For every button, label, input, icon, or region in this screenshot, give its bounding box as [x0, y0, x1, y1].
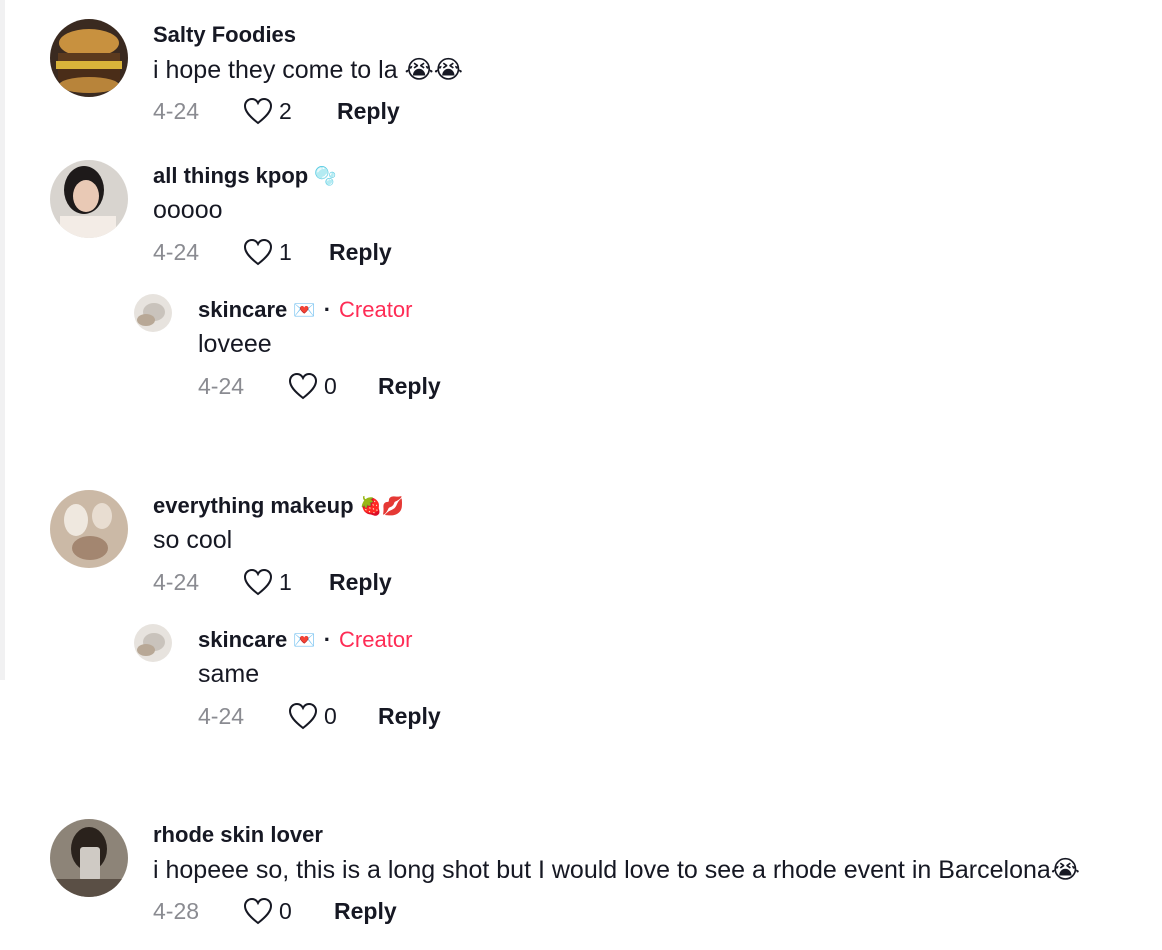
- username-badge: 💌: [293, 629, 316, 651]
- avatar[interactable]: [50, 160, 128, 238]
- comment-username[interactable]: Salty Foodies: [153, 22, 296, 48]
- avatar[interactable]: [134, 624, 172, 662]
- comment-text: so cool: [153, 526, 233, 554]
- creator-label: Creator: [339, 297, 413, 322]
- reply-button[interactable]: Reply: [378, 703, 441, 730]
- comment-text: i hopeee so, this is a long shot but I w…: [153, 856, 1081, 884]
- like-count: 1: [279, 238, 292, 265]
- avatar[interactable]: [50, 19, 128, 97]
- like-button[interactable]: 0: [288, 372, 376, 400]
- username-text[interactable]: skincare: [198, 297, 287, 323]
- thread-divider: [0, 0, 5, 680]
- reply-button[interactable]: Reply: [329, 239, 392, 266]
- comment-username: everything makeup 🍓💋: [153, 493, 404, 519]
- username-text[interactable]: all things kpop: [153, 163, 308, 189]
- separator-dot: ·: [323, 627, 332, 652]
- like-count: 0: [324, 372, 337, 399]
- comment-username: all things kpop 🫧: [153, 163, 337, 189]
- comment-username: skincare 💌 · Creator: [198, 627, 412, 653]
- heart-outline-icon: [288, 702, 318, 730]
- avatar[interactable]: [134, 294, 172, 332]
- comment-date: 4-24: [153, 568, 200, 595]
- username-badge: 🍓💋: [359, 495, 405, 517]
- comment-date: 4-24: [153, 97, 200, 124]
- avatar[interactable]: [50, 819, 128, 897]
- avatar[interactable]: [50, 490, 128, 568]
- heart-outline-icon: [288, 372, 318, 400]
- comment-date: 4-28: [153, 897, 200, 924]
- heart-outline-icon: [243, 97, 273, 125]
- heart-outline-icon: [243, 897, 273, 925]
- username-badge: 💌: [293, 299, 316, 321]
- like-count: 1: [279, 568, 292, 595]
- like-button[interactable]: 2: [243, 97, 329, 125]
- like-count: 0: [324, 702, 337, 729]
- reply-button[interactable]: Reply: [334, 898, 397, 925]
- comment-text: i hope they come to la 😭😭: [153, 56, 463, 84]
- comment-username[interactable]: rhode skin lover: [153, 822, 323, 848]
- heart-outline-icon: [243, 568, 273, 596]
- like-button[interactable]: 1: [243, 568, 327, 596]
- creator-label: Creator: [339, 627, 413, 652]
- comment-date: 4-24: [198, 372, 245, 399]
- like-button[interactable]: 1: [243, 238, 327, 266]
- comment-date: 4-24: [153, 238, 200, 265]
- like-button[interactable]: 0: [243, 897, 331, 925]
- separator-dot: ·: [323, 297, 332, 322]
- username-text[interactable]: skincare: [198, 627, 287, 653]
- username-badge: 🫧: [314, 165, 337, 187]
- comment-date: 4-24: [198, 702, 245, 729]
- reply-button[interactable]: Reply: [378, 373, 441, 400]
- heart-outline-icon: [243, 238, 273, 266]
- comment-text: loveee: [198, 330, 272, 358]
- comment-username: skincare 💌 · Creator: [198, 297, 412, 323]
- comment-text: ooooo: [153, 196, 223, 224]
- username-text[interactable]: everything makeup: [153, 493, 354, 519]
- like-count: 0: [279, 897, 292, 924]
- reply-button[interactable]: Reply: [329, 569, 392, 596]
- reply-button[interactable]: Reply: [337, 98, 400, 125]
- like-count: 2: [279, 97, 292, 124]
- like-button[interactable]: 0: [288, 702, 376, 730]
- comment-text: same: [198, 660, 260, 688]
